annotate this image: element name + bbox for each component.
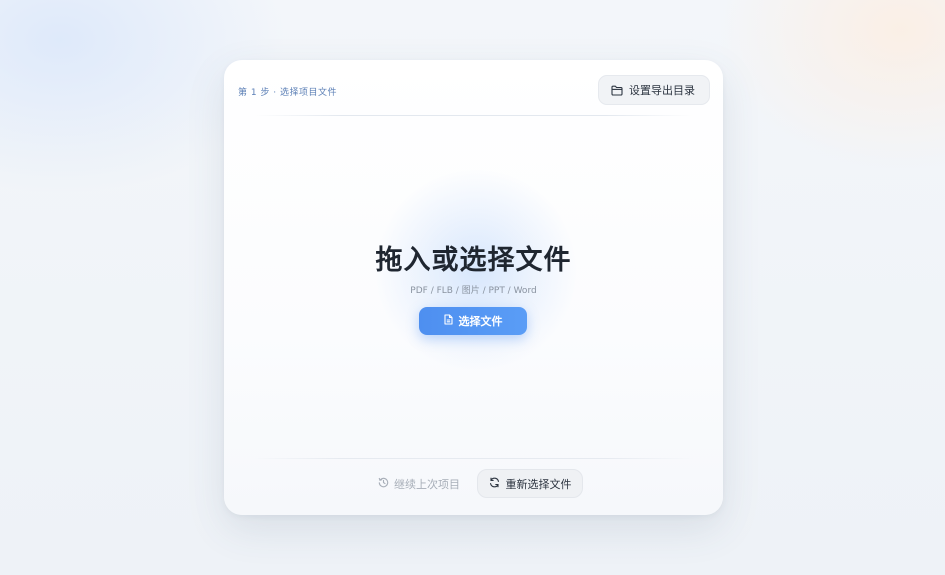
set-export-directory-label: 设置导出目录: [629, 84, 695, 97]
continue-last-project-label: 继续上次项目: [394, 478, 460, 491]
continue-last-project-button[interactable]: 继续上次项目: [372, 470, 466, 498]
choose-file-button[interactable]: 选择文件: [419, 307, 527, 335]
set-export-directory-button[interactable]: 设置导出目录: [598, 75, 710, 105]
footer-divider: [254, 458, 693, 459]
supported-formats: PDF / FLB / 图片 / PPT / Word: [410, 286, 537, 296]
reselect-file-button[interactable]: 重新选择文件: [477, 469, 583, 498]
header-divider: [254, 115, 693, 116]
refresh-icon: [489, 477, 500, 491]
history-icon: [378, 477, 389, 491]
upload-card: 第 1 步 · 选择项目文件 设置导出目录 拖入或选择文件 PDF / FLB …: [224, 60, 723, 515]
dropzone-title: 拖入或选择文件: [375, 245, 572, 276]
file-icon: [443, 314, 453, 328]
reselect-file-label: 重新选择文件: [505, 477, 572, 491]
folder-icon: [611, 85, 623, 96]
step-label: 第 1 步 · 选择项目文件: [238, 88, 338, 98]
choose-file-label: 选择文件: [458, 315, 503, 328]
